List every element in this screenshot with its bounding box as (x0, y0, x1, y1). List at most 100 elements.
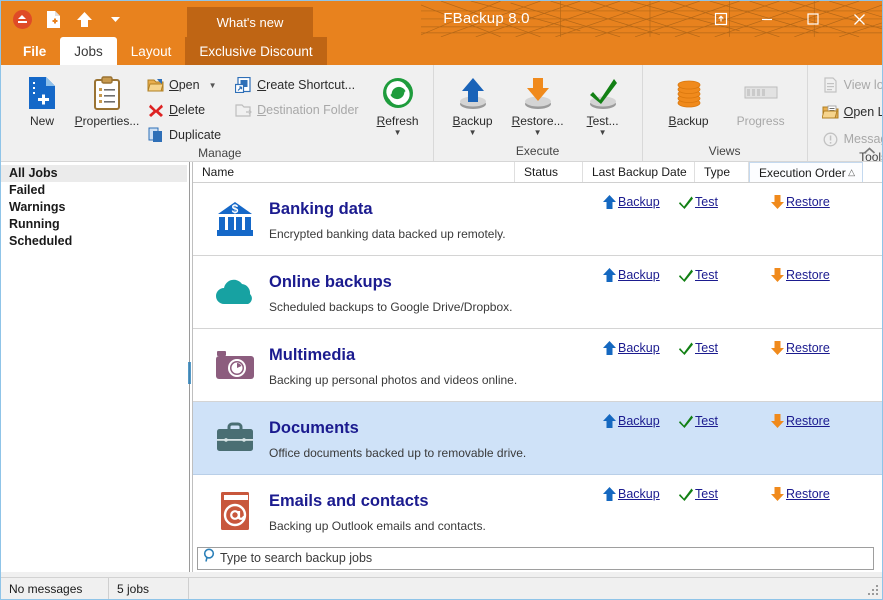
job-restore-label: Restore (786, 414, 830, 428)
chevron-down-icon[interactable]: ▼ (394, 129, 402, 137)
job-test-action[interactable]: Test (679, 341, 771, 355)
new-job-icon (27, 73, 57, 113)
sidebar-item-running[interactable]: Running (1, 216, 187, 233)
chevron-down-icon[interactable]: ▼ (599, 129, 607, 137)
ribbon-restore-button[interactable]: Restore... ▼ (502, 69, 574, 137)
chevron-down-icon[interactable]: ▼ (209, 81, 217, 90)
table-row[interactable]: $ Banking data Encrypted banking data ba… (193, 183, 882, 256)
job-test-action[interactable]: Test (679, 195, 771, 209)
job-restore-action[interactable]: Restore (771, 414, 841, 428)
sidebar-item-warnings[interactable]: Warnings (1, 199, 187, 216)
sidebar-item-scheduled[interactable]: Scheduled (1, 233, 187, 250)
column-header-name[interactable]: Name (193, 162, 515, 182)
search-box[interactable] (197, 547, 874, 570)
eject-icon[interactable] (11, 8, 33, 30)
ribbon-view-log-button[interactable]: View log ▼ (818, 74, 883, 96)
job-backup-action[interactable]: Backup (603, 414, 679, 428)
job-test-action[interactable]: Test (679, 487, 771, 501)
ribbon-group-execute: Backup ▼ Restore... ▼ (433, 65, 642, 161)
ribbon-refresh-button[interactable]: Refresh ▼ (369, 69, 427, 137)
job-restore-action[interactable]: Restore (771, 195, 841, 209)
resize-grip-icon[interactable] (868, 585, 879, 596)
job-restore-action[interactable]: Restore (771, 341, 841, 355)
status-bar: No messages 5 jobs (1, 577, 882, 599)
column-header-last-backup-date[interactable]: Last Backup Date (583, 162, 695, 182)
job-backup-action[interactable]: Backup (603, 268, 679, 282)
job-restore-action[interactable]: Restore (771, 268, 841, 282)
job-backup-action[interactable]: Backup (603, 341, 679, 355)
backup-up-arrow-icon[interactable] (73, 8, 95, 30)
new-file-icon[interactable] (42, 8, 64, 30)
status-job-count: 5 jobs (109, 578, 189, 600)
ribbon-new-label: New (30, 115, 54, 128)
job-actions: Backup Test Restore (603, 487, 841, 501)
delete-x-icon (147, 102, 164, 119)
table-row[interactable]: Online backups Scheduled backups to Goog… (193, 256, 882, 329)
ribbon-open-log-folder-button[interactable]: Open Log Folder (818, 101, 883, 123)
test-green-check-icon (585, 73, 621, 113)
ribbon-properties-button[interactable]: Properties... (71, 69, 143, 128)
ribbon-backup-button[interactable]: Backup ▼ (444, 69, 502, 137)
tab-exclusive-discount[interactable]: Exclusive Discount (185, 37, 326, 65)
job-test-label: Test (695, 487, 718, 501)
test-check-icon (679, 488, 693, 501)
search-input[interactable] (220, 551, 873, 565)
ribbon-destination-folder-label: Destination Folder (257, 103, 358, 117)
column-header-execution-order[interactable]: Execution Order △ (749, 162, 863, 182)
destination-folder-icon (235, 102, 252, 119)
bank-building-icon: $ (207, 195, 263, 243)
collapse-ribbon-chevron-icon[interactable] (863, 145, 876, 159)
ribbon-destination-folder-button[interactable]: Destination Folder (231, 99, 362, 121)
progress-bar-icon (744, 73, 778, 113)
tab-layout[interactable]: Layout (117, 37, 186, 65)
ribbon-new-button[interactable]: New (13, 69, 71, 128)
ribbon-open-label: Open (169, 78, 200, 92)
jobs-column-header: Name Status Last Backup Date Type Execut… (193, 162, 882, 183)
column-header-status[interactable]: Status (515, 162, 583, 182)
ribbon-open-log-folder-label: Open Log Folder (844, 105, 883, 119)
job-test-action[interactable]: Test (679, 268, 771, 282)
backup-up-arrow-icon (603, 414, 616, 428)
ribbon-progress-button[interactable]: Progress (725, 69, 797, 128)
job-restore-action[interactable]: Restore (771, 487, 841, 501)
search-icon (203, 548, 217, 568)
create-shortcut-icon (235, 77, 252, 94)
table-row[interactable]: Documents Office documents backed up to … (193, 402, 882, 475)
ribbon-views-backup-button[interactable]: Backup (653, 69, 725, 128)
ribbon-properties-label: Properties... (75, 115, 140, 128)
minimize-icon[interactable] (744, 1, 790, 37)
ribbon-open-button[interactable]: Open ▼ (143, 74, 225, 96)
job-backup-label: Backup (618, 487, 660, 501)
column-header-type[interactable]: Type (695, 162, 749, 182)
ribbon-group-views: Backup Progress Views (642, 65, 807, 161)
table-row[interactable]: Emails and contacts Backing up Outlook e… (193, 475, 882, 544)
ribbon-delete-label: Delete (169, 103, 205, 117)
search-bar (193, 544, 882, 572)
job-backup-action[interactable]: Backup (603, 487, 679, 501)
chevron-down-icon[interactable] (104, 8, 126, 30)
job-actions: Backup Test Restore (603, 414, 841, 428)
job-backup-action[interactable]: Backup (603, 195, 679, 209)
ribbon-create-shortcut-button[interactable]: Create Shortcut... (231, 74, 362, 96)
maximize-icon[interactable] (790, 1, 836, 37)
whats-new-banner[interactable]: What's new (187, 7, 313, 37)
tab-jobs[interactable]: Jobs (60, 37, 117, 65)
table-row[interactable]: Multimedia Backing up personal photos an… (193, 329, 882, 402)
ribbon-duplicate-button[interactable]: Duplicate (143, 124, 225, 146)
close-icon[interactable] (836, 1, 882, 37)
sidebar-splitter[interactable] (187, 162, 192, 572)
job-test-action[interactable]: Test (679, 414, 771, 428)
views-backup-stack-icon (673, 73, 705, 113)
chevron-down-icon[interactable]: ▼ (469, 129, 477, 137)
email-book-icon (207, 487, 263, 535)
job-restore-label: Restore (786, 268, 830, 282)
sidebar-item-failed[interactable]: Failed (1, 182, 187, 199)
sidebar-item-all-jobs[interactable]: All Jobs (1, 165, 187, 182)
splitter-grip[interactable] (188, 362, 191, 384)
tab-file[interactable]: File (9, 37, 60, 65)
ribbon-delete-button[interactable]: Delete (143, 99, 225, 121)
chevron-down-icon[interactable]: ▼ (534, 129, 542, 137)
ribbon-test-button[interactable]: Test... ▼ (574, 69, 632, 137)
jobs-list: $ Banking data Encrypted banking data ba… (193, 183, 882, 544)
restore-down-icon[interactable] (698, 1, 744, 37)
